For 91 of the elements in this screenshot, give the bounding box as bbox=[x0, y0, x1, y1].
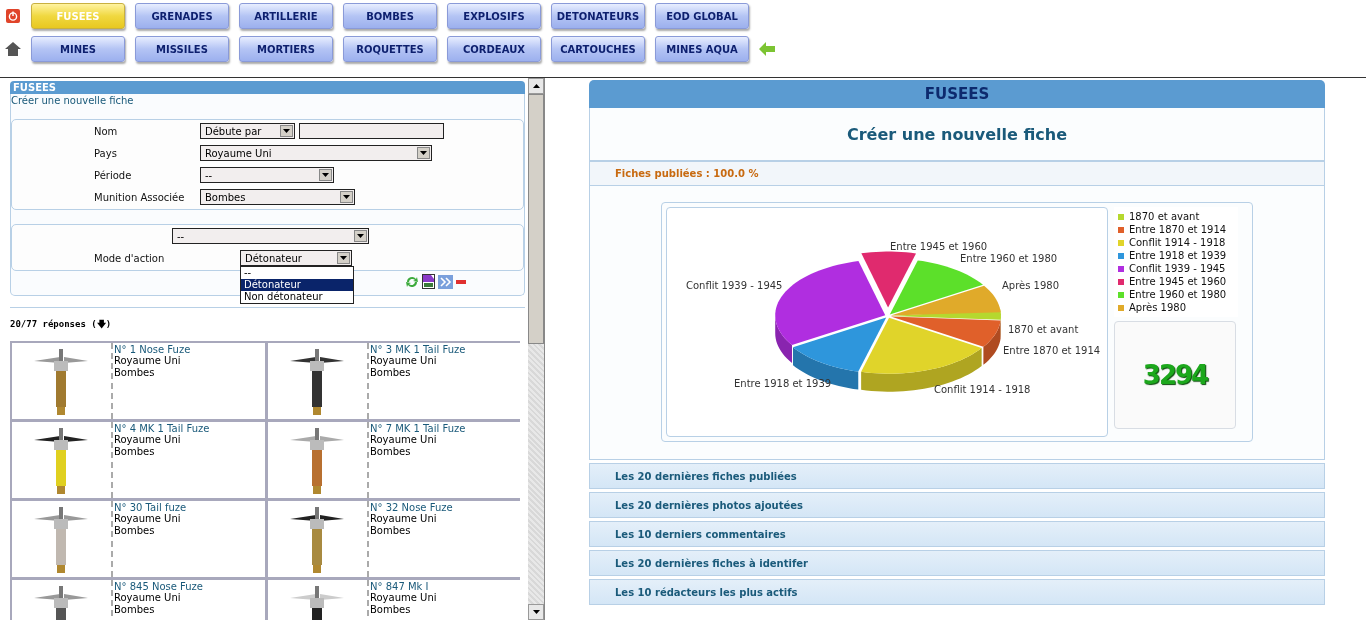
slice-label: Entre 1918 et 1939 bbox=[734, 378, 832, 389]
result-count: 20/77 réponses (🡇) bbox=[10, 307, 525, 333]
item-name[interactable]: N° 7 MK 1 Tail Fuze bbox=[370, 423, 466, 434]
item-name[interactable]: N° 32 Nose Fuze bbox=[370, 502, 453, 513]
total-count: 3294 bbox=[1114, 321, 1236, 429]
item-type: Bombes bbox=[370, 367, 412, 379]
accordion-header[interactable]: Les 10 rédacteurs les plus actifs bbox=[589, 579, 1325, 605]
item-name[interactable]: N° 847 Mk I bbox=[370, 581, 437, 592]
caret-icon bbox=[340, 191, 353, 203]
caret-icon bbox=[337, 252, 350, 264]
nav-button[interactable]: ROQUETTES bbox=[343, 36, 437, 62]
nav-button[interactable]: MORTIERS bbox=[239, 36, 333, 62]
caret-icon bbox=[319, 169, 332, 181]
item-type: Bombes bbox=[370, 525, 412, 537]
legend-label: Conflit 1914 - 1918 bbox=[1129, 237, 1226, 248]
name-field[interactable] bbox=[299, 123, 444, 139]
item-country: Royaume Uni bbox=[370, 434, 438, 446]
item-type: Bombes bbox=[114, 604, 156, 616]
nav-button[interactable]: BOMBES bbox=[343, 3, 437, 29]
item-type: Bombes bbox=[370, 604, 412, 616]
accordion-header[interactable]: Les 10 derniers commentaires bbox=[589, 521, 1325, 547]
nav-button[interactable]: GRENADES bbox=[135, 3, 229, 29]
item-name[interactable]: N° 1 Nose Fuze bbox=[114, 344, 191, 355]
gif-file-icon[interactable] bbox=[422, 274, 435, 289]
item-type: Bombes bbox=[114, 367, 156, 379]
dropdown-option[interactable]: Détonateur bbox=[241, 279, 353, 291]
scrollbar[interactable] bbox=[528, 78, 544, 620]
accordion-header[interactable]: Les 20 dernières fiches publiées bbox=[589, 463, 1325, 489]
scroll-down-icon[interactable] bbox=[528, 604, 544, 620]
item-type: Bombes bbox=[114, 525, 156, 537]
power-icon[interactable] bbox=[6, 9, 20, 23]
legend-label: Entre 1918 et 1939 bbox=[1129, 250, 1227, 261]
nav-button[interactable]: MINES bbox=[31, 36, 125, 62]
item-name[interactable]: N° 30 Tail fuze bbox=[114, 502, 187, 513]
filter-select[interactable]: -- bbox=[200, 167, 334, 183]
filter-select[interactable]: -- bbox=[172, 228, 369, 244]
field-label: Munition Associée bbox=[94, 191, 186, 203]
nav-button[interactable]: CARTOUCHES bbox=[551, 36, 645, 62]
item-country: Royaume Uni bbox=[370, 355, 438, 367]
item-country: Royaume Uni bbox=[114, 513, 182, 525]
legend-label: Entre 1945 et 1960 bbox=[1129, 276, 1227, 287]
nav-button[interactable]: MINES AQUA bbox=[655, 36, 749, 62]
slice-label: Entre 1960 et 1980 bbox=[960, 253, 1058, 264]
field-label: Pays bbox=[94, 147, 118, 159]
field-label: Mode d'action bbox=[94, 252, 166, 264]
accordion-header[interactable]: Les 20 dernières fiches à identifer bbox=[589, 550, 1325, 576]
item-name[interactable]: N° 845 Nose Fuze bbox=[114, 581, 203, 592]
slice-label: Conflit 1914 - 1918 bbox=[934, 384, 1031, 395]
published-stat: Fiches publiées : 100.0 % bbox=[589, 161, 1325, 186]
legend-label: Entre 1870 et 1914 bbox=[1129, 224, 1227, 235]
caret-icon bbox=[280, 125, 293, 137]
caret-icon bbox=[417, 147, 430, 159]
item-type: Bombes bbox=[370, 446, 412, 458]
item-country: Royaume Uni bbox=[114, 434, 182, 446]
create-link[interactable]: Créer une nouvelle fiche bbox=[11, 94, 524, 107]
nav-button[interactable]: MISSILES bbox=[135, 36, 229, 62]
item-country: Royaume Uni bbox=[114, 355, 182, 367]
item-type: Bombes bbox=[114, 446, 156, 458]
legend-label: 1870 et avant bbox=[1129, 211, 1200, 222]
accordion-header[interactable]: Les 20 dernières photos ajoutées bbox=[589, 492, 1325, 518]
filter-select[interactable]: Bombes bbox=[200, 189, 355, 205]
nav-button[interactable]: CORDEAUX bbox=[447, 36, 541, 62]
caret-icon bbox=[354, 230, 367, 242]
nav-button[interactable]: EOD GLOBAL bbox=[655, 3, 749, 29]
legend-label: Après 1980 bbox=[1129, 302, 1187, 313]
scroll-up-icon[interactable] bbox=[528, 78, 544, 94]
slice-label: Conflit 1939 - 1945 bbox=[686, 280, 783, 291]
slice-label: Après 1980 bbox=[1002, 280, 1060, 291]
item-country: Royaume Uni bbox=[370, 513, 438, 525]
match-select[interactable]: Débute par bbox=[200, 123, 295, 139]
field-label: Nom bbox=[94, 125, 119, 137]
slice-label: Entre 1870 et 1914 bbox=[1003, 345, 1101, 356]
item-country: Royaume Uni bbox=[114, 592, 182, 604]
create-link[interactable]: Créer une nouvelle fiche bbox=[589, 108, 1325, 161]
legend-label: Conflit 1939 - 1945 bbox=[1129, 263, 1226, 274]
nav-button[interactable]: DETONATEURS bbox=[551, 3, 645, 29]
nav-button[interactable]: EXPLOSIFS bbox=[447, 3, 541, 29]
home-icon[interactable] bbox=[5, 41, 21, 57]
panel-title: FUSEES bbox=[10, 81, 525, 94]
scroll-thumb[interactable] bbox=[528, 94, 544, 344]
nav-button[interactable]: ARTILLERIE bbox=[239, 3, 333, 29]
section-title: FUSEES bbox=[589, 80, 1325, 108]
minus-icon[interactable] bbox=[456, 279, 466, 284]
filter-select[interactable]: Royaume Uni bbox=[200, 145, 432, 161]
item-name[interactable]: N° 3 MK 1 Tail Fuze bbox=[370, 344, 466, 355]
item-name[interactable]: N° 4 MK 1 Tail Fuze bbox=[114, 423, 210, 434]
item-country: Royaume Uni bbox=[370, 592, 437, 604]
slice-label: Entre 1945 et 1960 bbox=[890, 241, 988, 252]
field-label: Période bbox=[94, 169, 133, 181]
legend-label: Entre 1960 et 1980 bbox=[1129, 289, 1227, 300]
slice-label: 1870 et avant bbox=[1008, 324, 1079, 335]
